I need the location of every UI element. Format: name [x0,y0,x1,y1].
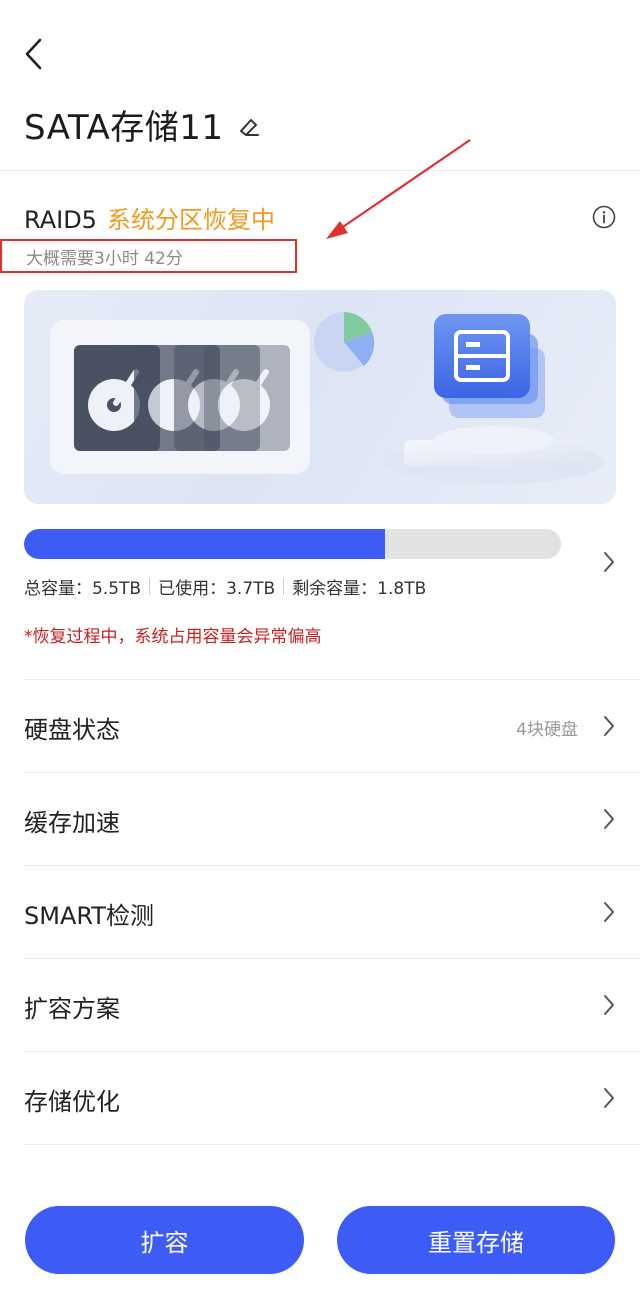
menu-item-cache-acceleration[interactable]: 缓存加速 [24,772,640,865]
capacity-bar-used [24,529,386,559]
chevron-right-icon[interactable] [602,550,616,574]
expand-button[interactable]: 扩容 [25,1206,304,1274]
menu-item-defragmentation[interactable]: 碎片整理 [24,1144,640,1185]
menu-item-label: 硬盘状态 [24,716,120,744]
recovery-warning: *恢复过程中，系统占用容量会异常偏高 [24,627,322,647]
chevron-right-icon [604,716,614,736]
info-icon[interactable] [592,205,616,229]
annotation-box [0,239,297,273]
menu-item-label: 扩容方案 [24,995,120,1023]
capacity-total: 总容量：5.5TB [24,579,142,599]
back-icon[interactable] [22,36,46,72]
chevron-right-icon [604,1088,614,1108]
edit-icon[interactable] [235,114,261,140]
menu-item-expansion-plan[interactable]: 扩容方案 [24,958,640,1051]
raid-status-text: 系统分区恢复中 [106,206,275,234]
capacity-used: 已使用：3.7TB [158,579,276,599]
capacity-bar [24,529,561,559]
capacity-free: 剩余容量：1.8TB [292,579,427,599]
raid-level: RAID5 [24,206,97,234]
chevron-right-icon [604,809,614,829]
divider [149,578,151,595]
menu-item-storage-optimization[interactable]: 存储优化 [24,1051,640,1144]
disk-count: 4块硬盘 [516,720,578,740]
menu-item-label: 存储优化 [24,1088,120,1116]
divider [283,578,285,595]
storage-illustration [24,290,616,504]
raid-status-row: RAID5 系统分区恢复中 [24,200,275,235]
menu-item-label: 缓存加速 [24,809,120,837]
menu-item-disk-status[interactable]: 硬盘状态 4块硬盘 [24,679,640,772]
menu-item-label: SMART检测 [24,902,154,930]
capacity-summary: 总容量：5.5TB 已使用：3.7TB 剩余容量：1.8TB [24,574,426,599]
reset-storage-button[interactable]: 重置存储 [337,1206,615,1274]
settings-list: 硬盘状态 4块硬盘 缓存加速 SMART检测 扩容方案 存储优化 碎片整理 [24,679,640,1185]
chevron-right-icon [604,995,614,1015]
menu-item-smart-check[interactable]: SMART检测 [24,865,640,958]
page-title: SATA存储11 [24,108,224,148]
chevron-right-icon [604,902,614,922]
annotation-arrow [326,139,471,239]
title-row: SATA存储11 [24,100,261,149]
